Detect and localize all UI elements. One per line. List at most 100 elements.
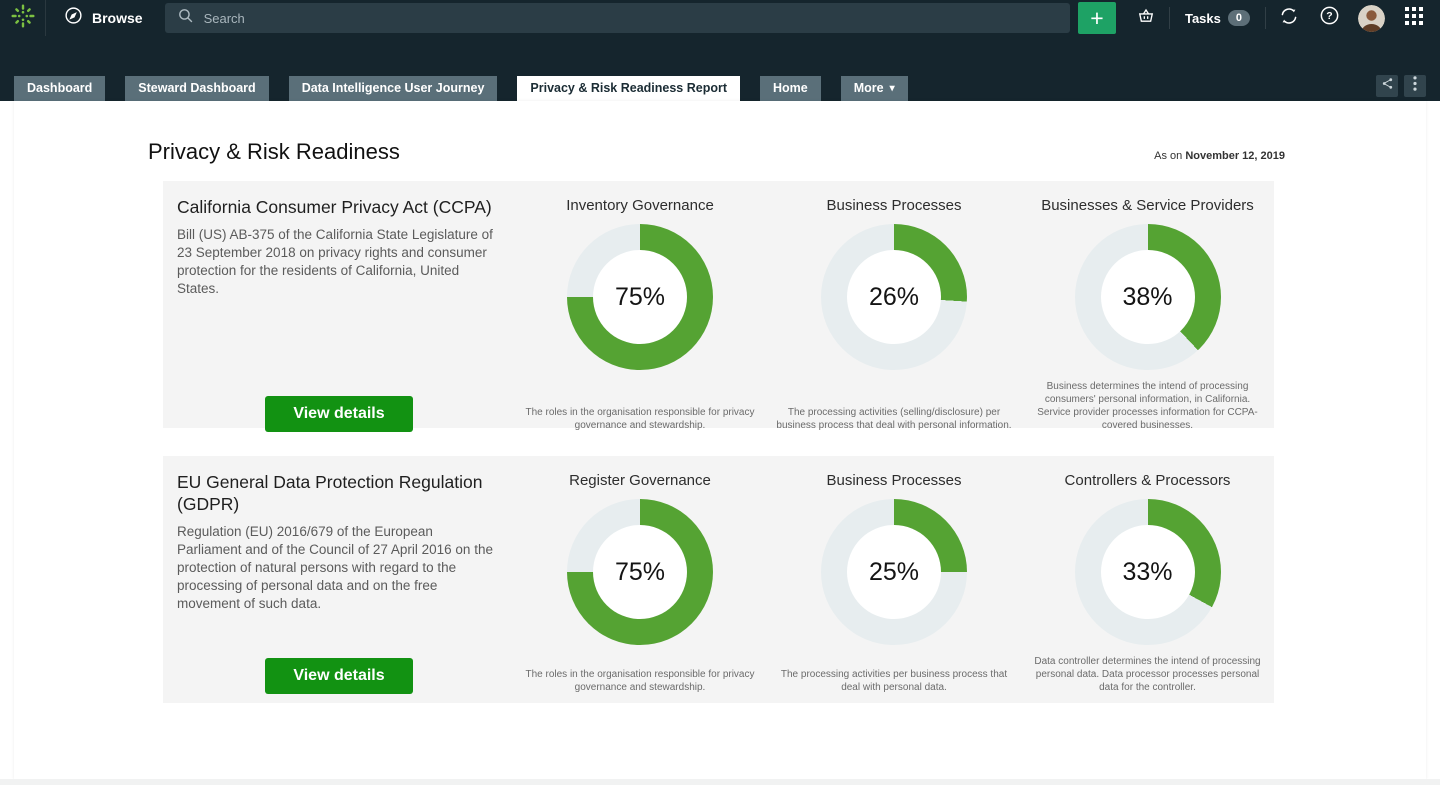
share-icon (1381, 77, 1394, 95)
tasks-label: Tasks (1185, 11, 1221, 26)
chevron-down-icon: ▾ (890, 76, 895, 101)
metric-business-processes: Business Processes 26% The processing ac… (767, 195, 1021, 432)
tab-data-intelligence-user-journey[interactable]: Data Intelligence User Journey (289, 76, 498, 101)
donut-percent-label: 38% (1122, 283, 1172, 312)
kebab-menu-icon (1413, 76, 1417, 96)
data-basket-button[interactable] (1126, 0, 1166, 36)
metric-heading: Business Processes (826, 197, 961, 214)
donut-chart[interactable]: 25% (821, 499, 967, 645)
metric-caption: The processing activities (selling/discl… (773, 396, 1015, 432)
tasks-count-badge: 0 (1228, 10, 1250, 26)
regulation-card-gdpr: EU General Data Protection Regulation (G… (163, 456, 1274, 703)
regulation-title: EU General Data Protection Regulation (G… (177, 472, 501, 516)
app-header: Browse + Tasks 0 (0, 0, 1440, 101)
plus-icon: + (1090, 7, 1103, 30)
apps-grid-button[interactable] (1394, 0, 1434, 36)
tab-label: Dashboard (27, 76, 92, 101)
svg-text:?: ? (1326, 10, 1332, 22)
user-avatar[interactable] (1358, 5, 1385, 32)
card-info-column: California Consumer Privacy Act (CCPA) B… (163, 195, 513, 432)
nav-right-actions: + Tasks 0 (1072, 0, 1440, 36)
tab-label: Privacy & Risk Readiness Report (530, 76, 727, 101)
basket-icon (1136, 6, 1156, 31)
as-on-value: November 12, 2019 (1185, 150, 1285, 162)
metric-caption: Data controller determines the intend of… (1027, 645, 1268, 694)
tab-privacy-risk-readiness-report[interactable]: Privacy & Risk Readiness Report (517, 76, 740, 101)
compass-icon (64, 6, 83, 30)
donut-percent-label: 26% (869, 283, 919, 312)
apps-grid-icon (1405, 7, 1423, 30)
global-search (165, 3, 1070, 33)
donut-hole: 33% (1101, 525, 1195, 619)
search-icon (177, 7, 194, 29)
collibra-logo-icon (10, 3, 36, 34)
view-details-button[interactable]: View details (265, 396, 412, 432)
donut-hole: 75% (593, 525, 687, 619)
metric-heading: Inventory Governance (566, 197, 714, 214)
donut-chart[interactable]: 75% (567, 499, 713, 645)
app-logo[interactable] (0, 0, 46, 36)
tab-label: Home (773, 76, 808, 101)
help-icon: ? (1319, 5, 1340, 31)
donut-chart[interactable]: 38% (1075, 224, 1221, 370)
report-content-panel: Privacy & Risk Readiness As on November … (14, 101, 1426, 779)
tab-label: More (854, 76, 884, 101)
metric-controllers-processors: Controllers & Processors 33% Data contro… (1021, 470, 1274, 694)
donut-hole: 38% (1101, 250, 1195, 344)
metric-caption: The roles in the organisation responsibl… (519, 658, 761, 694)
regulation-title: California Consumer Privacy Act (CCPA) (177, 197, 501, 219)
top-nav: Browse + Tasks 0 (0, 0, 1440, 36)
metric-heading: Business Processes (826, 472, 961, 489)
tab-options-button[interactable] (1404, 75, 1426, 97)
sync-button[interactable] (1269, 0, 1309, 36)
metric-caption: Business determines the intend of proces… (1027, 370, 1268, 432)
sync-icon (1278, 5, 1300, 32)
search-input[interactable] (204, 11, 1058, 26)
dashboard-tab-bar: Dashboard Steward Dashboard Data Intelli… (0, 75, 1440, 101)
donut-hole: 25% (847, 525, 941, 619)
donut-hole: 75% (593, 250, 687, 344)
browse-menu[interactable]: Browse (46, 0, 163, 36)
card-info-column: EU General Data Protection Regulation (G… (163, 470, 513, 694)
create-button[interactable]: + (1078, 2, 1116, 34)
donut-percent-label: 75% (615, 283, 665, 312)
regulation-description: Bill (US) AB-375 of the California State… (177, 226, 501, 298)
page-title: Privacy & Risk Readiness (148, 139, 400, 165)
donut-percent-label: 33% (1122, 558, 1172, 587)
as-on-date: As on November 12, 2019 (1154, 150, 1285, 162)
as-on-prefix: As on (1154, 150, 1182, 162)
help-button[interactable]: ? (1309, 0, 1349, 36)
donut-chart[interactable]: 33% (1075, 499, 1221, 645)
metric-heading: Controllers & Processors (1065, 472, 1231, 489)
report-header: Privacy & Risk Readiness As on November … (14, 101, 1426, 165)
tab-dashboard[interactable]: Dashboard (14, 76, 105, 101)
tab-more[interactable]: More ▾ (841, 76, 908, 101)
regulation-description: Regulation (EU) 2016/679 of the European… (177, 523, 501, 613)
browse-label: Browse (92, 10, 143, 26)
divider (1169, 7, 1170, 29)
share-button[interactable] (1376, 75, 1398, 97)
donut-percent-label: 25% (869, 558, 919, 587)
metric-inventory-governance: Inventory Governance 75% The roles in th… (513, 195, 767, 432)
donut-hole: 26% (847, 250, 941, 344)
donut-chart[interactable]: 26% (821, 224, 967, 370)
tab-steward-dashboard[interactable]: Steward Dashboard (125, 76, 268, 101)
metric-caption: The roles in the organisation responsibl… (519, 396, 761, 432)
tab-bar-actions (1376, 75, 1440, 101)
metric-register-governance: Register Governance 75% The roles in the… (513, 470, 767, 694)
tab-home[interactable]: Home (760, 76, 821, 101)
donut-chart[interactable]: 75% (567, 224, 713, 370)
metric-businesses-service-providers: Businesses & Service Providers 38% Busin… (1021, 195, 1274, 432)
metric-heading: Businesses & Service Providers (1041, 197, 1254, 214)
metric-heading: Register Governance (569, 472, 711, 489)
divider (1265, 7, 1266, 29)
donut-percent-label: 75% (615, 558, 665, 587)
bottom-dock-edge (0, 779, 1440, 785)
tab-label: Data Intelligence User Journey (302, 76, 485, 101)
metric-caption: The processing activities per business p… (773, 658, 1015, 694)
view-details-button[interactable]: View details (265, 658, 412, 694)
tasks-button[interactable]: Tasks 0 (1173, 10, 1262, 26)
regulation-card-ccpa: California Consumer Privacy Act (CCPA) B… (163, 181, 1274, 428)
tab-label: Steward Dashboard (138, 76, 255, 101)
metric-business-processes: Business Processes 25% The processing ac… (767, 470, 1021, 694)
